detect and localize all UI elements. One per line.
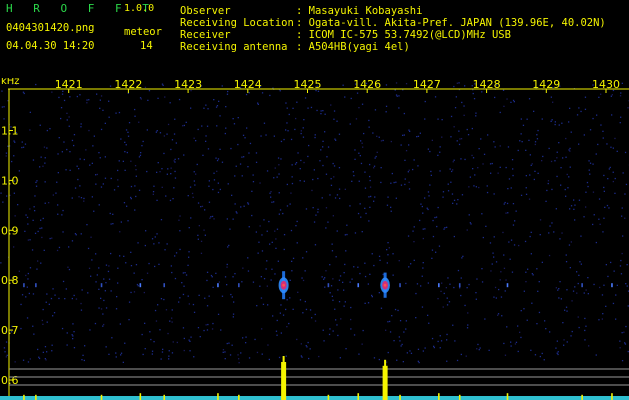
echo-mark bbox=[139, 283, 142, 288]
x-tick-label: 1426 bbox=[353, 78, 381, 91]
echo-mark bbox=[581, 283, 583, 288]
amplitude-bar bbox=[611, 393, 613, 400]
echo-mark bbox=[357, 283, 360, 288]
amplitude-baseline bbox=[0, 396, 629, 400]
x-tick-label: 1424 bbox=[234, 78, 262, 91]
x-tick-label: 1425 bbox=[294, 78, 322, 91]
meteor-count: 14 bbox=[140, 40, 153, 52]
file-name: 0404301420.png bbox=[6, 22, 95, 34]
y-tick-label: 1.0 bbox=[1, 174, 19, 187]
amplitude-bar bbox=[581, 394, 583, 400]
axis-layer: kHz 1421 1422 1423 1424 1425 1426 1427 1428 1429 1… bbox=[1, 78, 629, 400]
observer-value: : Masayuki Kobayashi bbox=[296, 5, 423, 17]
file-timestamp: 04.04.30 14:20 bbox=[6, 40, 95, 52]
location-value: : Ogata-vill. Akita-Pref. JAPAN (139.96E… bbox=[296, 17, 606, 29]
amplitude-bar bbox=[100, 394, 103, 400]
y-tick-label: 1.1 bbox=[1, 125, 19, 138]
app-version: 1.0.0 bbox=[124, 3, 155, 14]
amplitude-bar bbox=[217, 393, 219, 400]
amplitude-bar bbox=[506, 393, 509, 400]
spectrogram: kHz 1421 1422 1423 1424 1425 1426 1427 1428 1429 1… bbox=[0, 78, 629, 400]
amplitude-bar bbox=[327, 394, 330, 400]
amplitude-bar bbox=[399, 394, 401, 400]
echo-mark bbox=[327, 283, 330, 288]
echo-mark bbox=[238, 283, 240, 288]
amplitude-bar bbox=[23, 394, 25, 400]
antenna-label: Receiving antenna bbox=[180, 41, 288, 53]
antenna-value: : A504HB(yagi 4el) bbox=[296, 41, 410, 53]
echo-mark bbox=[217, 283, 219, 288]
echo-mark bbox=[458, 283, 461, 288]
echo-mark bbox=[278, 271, 289, 300]
amplitude-bar bbox=[382, 365, 388, 400]
amplitude-bar bbox=[357, 393, 360, 400]
observer-label: Observer bbox=[180, 5, 231, 17]
echo-mark bbox=[611, 283, 613, 288]
echo-mark bbox=[399, 283, 401, 288]
x-tick-label: 1428 bbox=[473, 78, 501, 91]
x-tick-label: 1421 bbox=[55, 78, 83, 91]
echo-mark bbox=[380, 272, 390, 298]
x-tick-label: 1427 bbox=[413, 78, 441, 91]
location-label: Receiving Location bbox=[180, 17, 294, 29]
amplitude-bar bbox=[438, 393, 440, 400]
amplitude-layer bbox=[0, 356, 629, 400]
receiver-value: : ICOM IC-575 53.7492(@LCD)MHz USB bbox=[296, 29, 511, 41]
x-tick-label: 1429 bbox=[532, 78, 560, 91]
y-tick-label: 0.7 bbox=[1, 324, 19, 337]
amplitude-bar bbox=[458, 394, 461, 400]
echo-mark bbox=[163, 283, 166, 288]
amplitude-bar bbox=[281, 362, 287, 400]
amplitude-bar bbox=[163, 394, 166, 400]
y-tick-label: 0.9 bbox=[1, 224, 19, 237]
echo-mark bbox=[23, 283, 25, 288]
echo-mark bbox=[506, 283, 509, 288]
echo-mark bbox=[35, 283, 37, 288]
amplitude-bar bbox=[238, 394, 240, 400]
meteor-label: meteor bbox=[124, 26, 162, 38]
amplitude-spike bbox=[384, 359, 387, 368]
noise-layer bbox=[0, 82, 629, 364]
echo-mark bbox=[100, 283, 103, 288]
y-tick-label: 0.8 bbox=[1, 274, 19, 287]
amplitude-spike bbox=[282, 356, 285, 364]
x-tick-label: 1423 bbox=[174, 78, 202, 91]
echo-mark bbox=[438, 283, 440, 288]
receiver-label: Receiver bbox=[180, 29, 231, 41]
amplitude-bar bbox=[35, 394, 37, 400]
x-tick-label: 1430 bbox=[592, 78, 620, 91]
x-tick-label: 1422 bbox=[114, 78, 142, 91]
y-unit-label: kHz bbox=[1, 78, 20, 87]
amplitude-bar bbox=[139, 393, 142, 400]
echo-layer bbox=[23, 271, 613, 300]
